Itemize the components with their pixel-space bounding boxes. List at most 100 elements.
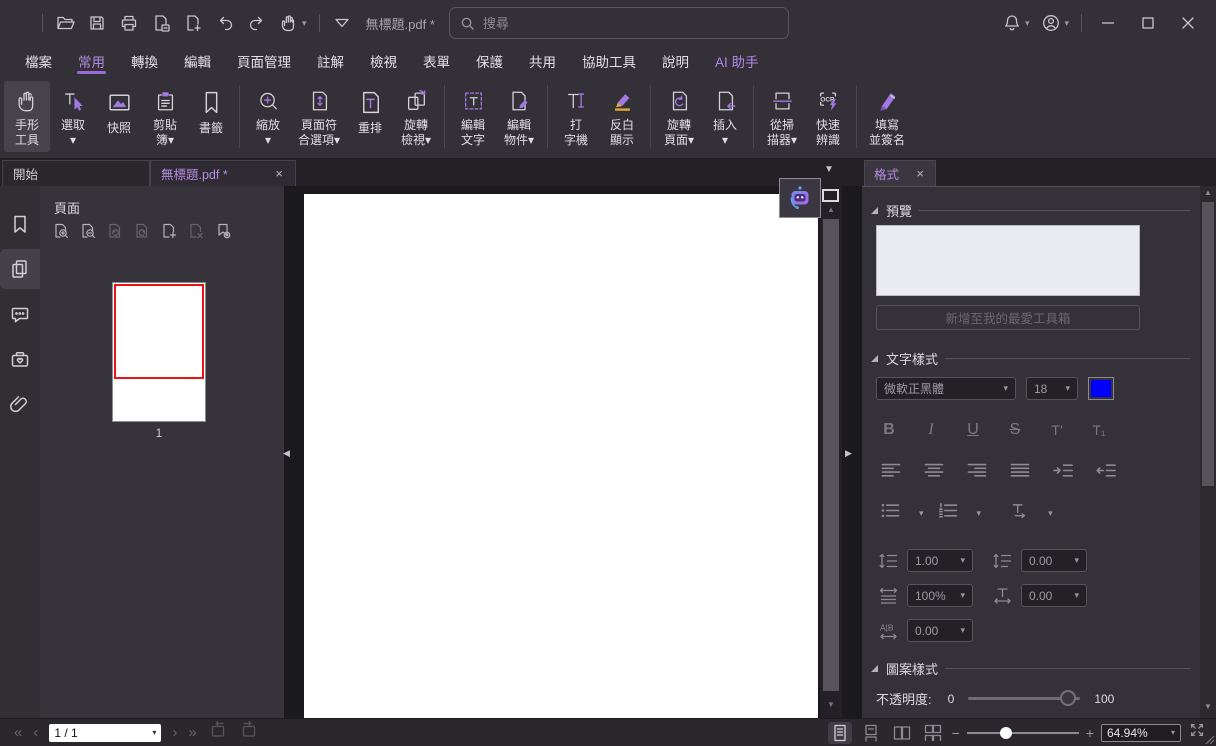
bullet-list-button[interactable]	[880, 503, 902, 523]
align-center-button[interactable]	[923, 463, 945, 483]
menu-home[interactable]: 常用	[65, 46, 118, 76]
bold-button[interactable]: B	[880, 421, 898, 439]
scroll-up-arrow[interactable]: ▲	[820, 205, 842, 214]
tab-format-panel[interactable]: 格式 ×	[864, 160, 936, 186]
clipboard-button[interactable]: 剪貼 簿▾	[142, 81, 188, 152]
menu-edit[interactable]: 編輯	[171, 46, 224, 76]
rotate-page-button[interactable]: 旋轉 頁面▾	[656, 81, 702, 152]
scroll-down-arrow[interactable]: ▼	[820, 700, 842, 709]
bookmark-button[interactable]: 書籤	[188, 81, 234, 152]
maximize-button[interactable]	[1128, 7, 1168, 39]
underline-button[interactable]: U	[964, 421, 982, 439]
numbered-list-button[interactable]	[938, 503, 960, 523]
italic-button[interactable]: I	[922, 421, 940, 439]
edit-text-button[interactable]: 編輯 文字	[450, 81, 496, 152]
text-style-section-header[interactable]: 文字樣式	[870, 349, 1190, 368]
ai-assistant-button[interactable]	[779, 178, 821, 218]
select-tool-button[interactable]: 選取 ▾	[50, 81, 96, 152]
horizontal-scale-combobox[interactable]: 100% ▾	[907, 584, 973, 607]
from-scanner-button[interactable]: 從掃 描器▾	[759, 81, 805, 152]
typewriter-button[interactable]: 打 字機	[553, 81, 599, 152]
first-page-button[interactable]: «	[14, 725, 22, 740]
dropdown-icon[interactable]: ▾	[919, 508, 924, 519]
text-direction-button[interactable]	[1009, 503, 1031, 523]
scroll-down-arrow[interactable]: ▼	[1200, 702, 1216, 711]
hand-tool-button[interactable]: 手形 工具	[4, 81, 50, 152]
collapse-left-panel-button[interactable]: ◀	[283, 444, 292, 462]
shape-style-section-header[interactable]: 圖案樣式	[870, 659, 1190, 678]
opacity-slider[interactable]	[968, 697, 1080, 700]
pdf-page[interactable]	[304, 194, 818, 718]
close-tab-icon[interactable]: ×	[273, 166, 285, 181]
add-to-favorites-button[interactable]: 新增至我的最愛工具箱	[876, 305, 1140, 330]
subscript-button[interactable]: T₁	[1090, 422, 1108, 438]
zoom-slider[interactable]	[967, 732, 1079, 734]
window-resize-grip[interactable]	[1201, 731, 1215, 745]
insert-page-thumb-button[interactable]	[158, 220, 180, 242]
dropdown-icon[interactable]: ▾	[977, 508, 982, 519]
menu-share[interactable]: 共用	[516, 46, 569, 76]
paragraph-spacing-combobox[interactable]: 0.00 ▾	[1021, 549, 1087, 572]
next-page-button[interactable]: ›	[172, 725, 177, 740]
font-size-combobox[interactable]: 18 ▾	[1026, 377, 1078, 400]
scrollbar-thumb[interactable]	[1202, 202, 1214, 486]
quick-access-chevron[interactable]	[326, 7, 358, 39]
zoom-in-button[interactable]: +	[1086, 725, 1094, 741]
menu-comment[interactable]: 註解	[304, 46, 357, 76]
superscript-button[interactable]: T′	[1048, 422, 1066, 438]
print-button[interactable]	[113, 7, 145, 39]
character-spacing-combobox[interactable]: 0.00 ▾	[1021, 584, 1087, 607]
menu-ai-assistant[interactable]: AI 助手	[702, 54, 728, 69]
zoom-tool-button[interactable]: 縮放 ▾	[245, 81, 291, 152]
page-fit-options-button[interactable]: 頁面符 合選項▾	[291, 81, 347, 152]
preview-section-header[interactable]: 預覽	[870, 201, 1190, 220]
hand-tool-quick-button[interactable]: ▾	[273, 7, 313, 39]
bookmarks-panel-button[interactable]	[0, 204, 40, 244]
single-page-view-button[interactable]	[828, 722, 852, 744]
text-color-swatch[interactable]	[1088, 377, 1114, 400]
insert-page-button[interactable]: 插入 ▾	[702, 81, 748, 152]
menu-help[interactable]: 說明	[649, 46, 702, 76]
app-logo[interactable]	[4, 7, 36, 39]
undo-button[interactable]	[209, 7, 241, 39]
menu-file[interactable]: 檔案	[12, 46, 65, 76]
next-view-button[interactable]	[239, 720, 259, 745]
collapse-right-panel-button[interactable]: ▶	[845, 444, 854, 462]
zoom-out-button[interactable]: −	[952, 725, 960, 741]
comments-panel-button[interactable]	[0, 294, 40, 334]
snapshot-button[interactable]: 快照	[96, 81, 142, 152]
menu-convert[interactable]: 轉換	[118, 46, 171, 76]
facing-continuous-view-button[interactable]	[921, 722, 945, 744]
scrollbar-thumb[interactable]	[823, 219, 839, 691]
toolbox-panel-button[interactable]	[0, 339, 40, 379]
align-right-button[interactable]	[966, 463, 988, 483]
document-canvas[interactable]	[292, 186, 820, 718]
tab-list-dropdown[interactable]: ▼	[824, 164, 834, 175]
search-box[interactable]	[449, 7, 789, 39]
fill-and-sign-button[interactable]: 填寫 並簽名	[862, 81, 912, 152]
visible-area-indicator[interactable]	[114, 284, 204, 379]
enlarge-thumbnails-button[interactable]	[50, 220, 72, 242]
menu-view[interactable]: 檢視	[357, 46, 410, 76]
highlight-button[interactable]: 反白 顯示	[599, 81, 645, 152]
quick-ocr-button[interactable]: OCR 快速 辨識	[805, 81, 851, 152]
zoom-slider-handle[interactable]	[1000, 727, 1012, 739]
close-window-button[interactable]	[1168, 7, 1208, 39]
redo-button[interactable]	[241, 7, 273, 39]
page-number-combobox[interactable]: 1 / 1 ▾	[49, 724, 161, 742]
tab-active-document[interactable]: 無標題.pdf * ×	[150, 160, 296, 186]
font-family-combobox[interactable]: 微軟正黑體 ▾	[876, 377, 1016, 400]
increase-indent-button[interactable]	[1052, 463, 1074, 483]
dropdown-icon[interactable]: ▾	[1048, 508, 1053, 519]
previous-view-button[interactable]	[208, 720, 228, 745]
page-thumbnail[interactable]	[112, 282, 206, 422]
menu-accessibility[interactable]: 協助工具	[569, 46, 649, 76]
close-document-button[interactable]	[145, 7, 177, 39]
search-input[interactable]	[483, 16, 778, 31]
justify-button[interactable]	[1009, 463, 1031, 483]
scroll-up-arrow[interactable]: ▲	[1200, 188, 1216, 197]
scrollbar-page-marker[interactable]	[822, 189, 839, 202]
last-page-button[interactable]: »	[188, 725, 196, 740]
decrease-indent-button[interactable]	[1095, 463, 1117, 483]
menu-page-management[interactable]: 頁面管理	[224, 46, 304, 76]
